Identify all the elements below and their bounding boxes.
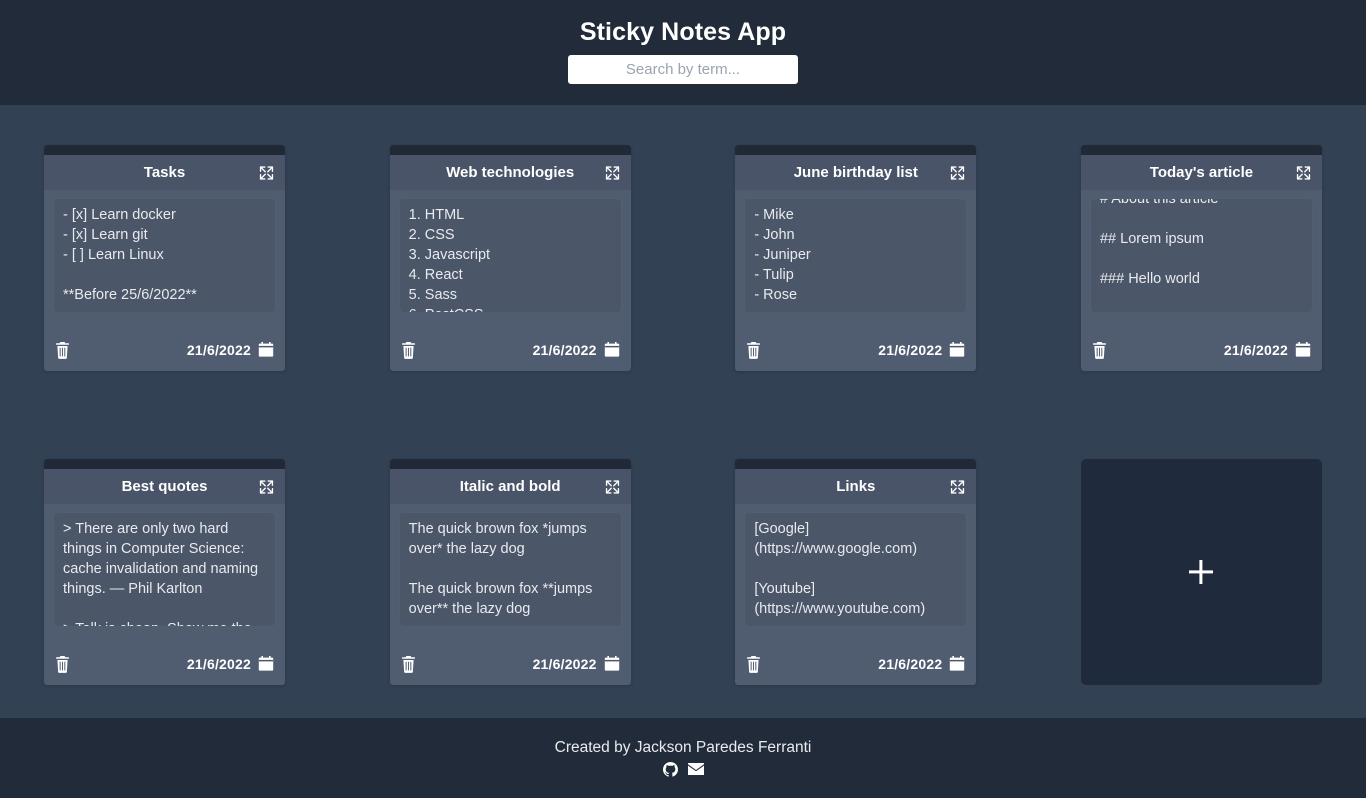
note-title: Today's article [1149, 164, 1254, 181]
note-textarea[interactable]: > There are only two hard things in Comp… [53, 512, 276, 627]
expand-icon[interactable] [1295, 164, 1312, 181]
expand-icon[interactable] [949, 478, 966, 495]
note-card[interactable]: Tasks - [x] Learn docker - [x] Learn git … [44, 145, 285, 371]
note-date-group: 21/6/2022 [878, 656, 965, 672]
note-card[interactable]: Italic and bold The quick brown fox *jump… [389, 459, 631, 685]
note-footer: 21/6/2022 [735, 647, 976, 685]
note-date-group: 21/6/2022 [878, 342, 965, 358]
note-body: [Google](https://www.google.com) [Youtub… [735, 504, 976, 647]
note-header: Links [735, 469, 977, 504]
expand-icon[interactable] [949, 164, 966, 181]
note-header: Tasks [44, 155, 285, 190]
add-note-button[interactable] [1080, 459, 1322, 685]
note-drag-handle[interactable] [735, 459, 977, 469]
delete-note-icon[interactable] [55, 341, 70, 359]
note-header: Italic and bold [389, 469, 631, 504]
calendar-icon[interactable] [258, 656, 274, 672]
calendar-icon[interactable] [1295, 342, 1311, 358]
note-title: June birthday list [793, 164, 918, 181]
note-footer: 21/6/2022 [390, 333, 631, 371]
calendar-icon[interactable] [258, 342, 274, 358]
note-drag-handle[interactable] [389, 145, 631, 155]
calendar-icon[interactable] [604, 342, 620, 358]
note-header: June birthday list [735, 155, 977, 190]
note-footer: 21/6/2022 [390, 647, 631, 685]
note-date-group: 21/6/2022 [1224, 342, 1311, 358]
calendar-icon[interactable] [949, 656, 965, 672]
note-footer: 21/6/2022 [1081, 333, 1322, 371]
notes-grid: Tasks - [x] Learn docker - [x] Learn git … [44, 145, 1322, 685]
expand-icon[interactable] [604, 164, 621, 181]
note-date: 21/6/2022 [878, 656, 943, 672]
page-title: Sticky Notes App [579, 18, 787, 46]
note-drag-handle[interactable] [389, 459, 631, 469]
app-footer: Created by Jackson Paredes Ferranti [0, 718, 1366, 798]
github-icon[interactable] [663, 762, 678, 777]
delete-note-icon[interactable] [1092, 341, 1107, 359]
expand-icon[interactable] [604, 478, 621, 495]
note-body: # About this article ## Lorem ipsum ### … [1081, 190, 1322, 333]
note-card[interactable]: June birthday list - Mike - John - Junipe… [735, 145, 977, 371]
note-date-group: 21/6/2022 [187, 656, 274, 672]
note-date-group: 21/6/2022 [187, 342, 274, 358]
note-card[interactable]: Links [Google](https://www.google.com) [Y… [735, 459, 977, 685]
search-container [568, 55, 798, 84]
note-body: - [x] Learn docker - [x] Learn git - [ ]… [44, 190, 285, 333]
delete-note-icon[interactable] [55, 655, 70, 673]
note-header: Web technologies [389, 155, 631, 190]
note-title: Web technologies [446, 164, 575, 181]
note-date: 21/6/2022 [186, 342, 251, 358]
note-body: The quick brown fox *jumps over* the laz… [390, 504, 631, 647]
calendar-icon[interactable] [949, 342, 965, 358]
note-body: - Mike - John - Juniper - Tulip - Rose [735, 190, 976, 333]
note-drag-handle[interactable] [44, 145, 285, 155]
calendar-icon[interactable] [604, 656, 620, 672]
note-header: Today's article [1080, 155, 1322, 190]
delete-note-icon[interactable] [746, 341, 761, 359]
note-card[interactable]: Today's article # About this article ## L… [1080, 145, 1322, 371]
app-header: Sticky Notes App [0, 0, 1366, 105]
email-icon[interactable] [688, 762, 704, 777]
delete-note-icon[interactable] [746, 655, 761, 673]
note-body: > There are only two hard things in Comp… [44, 504, 285, 647]
footer-credit: Created by Jackson Paredes Ferranti [554, 739, 812, 756]
notes-main: Tasks - [x] Learn docker - [x] Learn git … [0, 105, 1366, 718]
note-textarea[interactable]: - Mike - John - Juniper - Tulip - Rose [744, 198, 968, 313]
note-date: 21/6/2022 [532, 342, 597, 358]
note-title: Best quotes [121, 478, 208, 495]
expand-icon[interactable] [258, 164, 275, 181]
note-textarea[interactable]: # About this article ## Lorem ipsum ### … [1089, 198, 1313, 313]
note-date: 21/6/2022 [1223, 342, 1288, 358]
note-header: Best quotes [44, 469, 285, 504]
note-title: Italic and bold [459, 478, 561, 495]
note-textarea[interactable]: 1. HTML 2. CSS 3. Javascript 4. React 5.… [398, 198, 622, 313]
expand-icon[interactable] [258, 478, 275, 495]
note-date: 21/6/2022 [186, 656, 251, 672]
note-card[interactable]: Web technologies 1. HTML 2. CSS 3. Javasc… [389, 145, 631, 371]
note-drag-handle[interactable] [735, 145, 977, 155]
note-footer: 21/6/2022 [44, 647, 285, 685]
note-title: Links [836, 478, 876, 495]
note-textarea[interactable]: - [x] Learn docker - [x] Learn git - [ ]… [53, 198, 276, 313]
note-title: Tasks [143, 164, 186, 181]
footer-social-links [663, 762, 704, 777]
note-drag-handle[interactable] [1080, 145, 1322, 155]
note-card[interactable]: Best quotes > There are only two hard thi… [44, 459, 285, 685]
note-drag-handle[interactable] [44, 459, 285, 469]
delete-note-icon[interactable] [401, 655, 416, 673]
note-textarea[interactable]: The quick brown fox *jumps over* the laz… [398, 512, 622, 627]
note-body: 1. HTML 2. CSS 3. Javascript 4. React 5.… [390, 190, 631, 333]
search-input[interactable] [568, 55, 798, 84]
note-date: 21/6/2022 [878, 342, 943, 358]
plus-icon [1188, 559, 1214, 585]
note-footer: 21/6/2022 [735, 333, 976, 371]
note-textarea[interactable]: [Google](https://www.google.com) [Youtub… [744, 512, 968, 627]
note-date: 21/6/2022 [532, 656, 597, 672]
note-date-group: 21/6/2022 [533, 656, 620, 672]
note-footer: 21/6/2022 [44, 333, 285, 371]
note-date-group: 21/6/2022 [533, 342, 620, 358]
delete-note-icon[interactable] [401, 341, 416, 359]
